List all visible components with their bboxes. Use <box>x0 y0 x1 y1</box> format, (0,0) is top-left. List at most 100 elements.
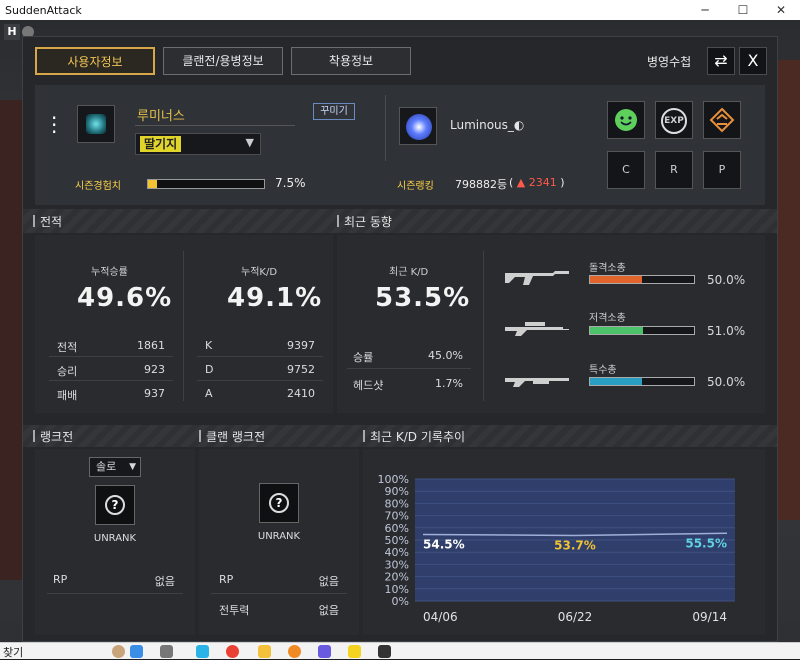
divider <box>49 380 173 381</box>
kda-row-label: K <box>205 339 213 352</box>
y-tick-label: 60% <box>385 522 409 535</box>
divider <box>347 368 471 369</box>
kda-row-value: 2410 <box>287 387 315 400</box>
y-tick-label: 80% <box>385 497 409 510</box>
gear-emblem-icon <box>406 114 432 140</box>
title-select-value: 딸기지 <box>140 136 182 152</box>
record-row-value: 1861 <box>137 339 165 352</box>
clan-rp-label: RP <box>219 573 234 586</box>
rank-badge-icon[interactable] <box>703 101 741 139</box>
close-panel-button[interactable]: X <box>739 47 767 75</box>
record-title: 전적 <box>40 215 63 229</box>
shotgun-icon <box>503 369 571 395</box>
user-avatar-icon[interactable] <box>112 645 125 658</box>
season-xp-label: 시즌경험치 <box>75 181 121 192</box>
edge-icon[interactable] <box>196 645 209 658</box>
more-options-icon[interactable]: · · · <box>51 108 57 142</box>
recent-kd-label: 최근 K/D <box>389 267 429 278</box>
clan-rank-status: UNRANK <box>257 531 301 542</box>
rank-rp-value: 없음 <box>154 575 175 588</box>
user-info-panel: 사용자정보 클랜전/용병정보 착용정보 병영수첩 ⇄ X · · · 루미너스 꾸미… <box>22 36 778 642</box>
app-icon[interactable] <box>318 645 331 658</box>
weapon-bar <box>589 275 695 284</box>
question-icon: ? <box>269 493 289 513</box>
recent-card: 최근 K/D 53.5% 승률 45.0% 헤드샷 1.7% 돌격소총 50.0% … <box>337 235 765 413</box>
kakaotalk-icon[interactable] <box>348 645 361 658</box>
decorate-button[interactable]: 꾸미기 <box>313 103 355 120</box>
taskbar-search-label[interactable]: 찾기 <box>3 644 23 660</box>
divider <box>483 251 484 401</box>
weapon-name: 저격소총 <box>589 313 626 324</box>
clan-rp-row: RP 없음 <box>219 573 339 588</box>
recent-row-label: 헤드샷 <box>353 379 384 392</box>
y-tick-label: 0% <box>392 595 409 608</box>
background-right-strip <box>778 60 800 520</box>
rank-card: 솔로 ▼ ? UNRANK RP 없음 <box>35 449 195 635</box>
tab-equipment[interactable]: 착용정보 <box>291 47 411 75</box>
window-titlebar: SuddenAttack ─ ☐ ✕ <box>0 0 800 20</box>
season-xp-value: 7.5% <box>275 176 306 190</box>
y-tick-label: 100% <box>378 473 409 486</box>
clan-power-value: 없음 <box>318 604 339 617</box>
rank-rp-label: RP <box>53 573 68 586</box>
clan-rank-card: ? UNRANK RP 없음 전투력 없음 <box>199 449 359 635</box>
tab-clan-mercenary[interactable]: 클랜전/용병정보 <box>163 47 283 75</box>
divider <box>385 95 386 161</box>
trend-heading: 최근 K/D 기록추이 <box>363 428 465 444</box>
winrate-label: 누적승률 <box>91 267 128 278</box>
folder-icon[interactable] <box>258 645 271 658</box>
record-row: 패배 937 <box>57 387 165 403</box>
exp-icon[interactable]: EXP <box>655 101 693 139</box>
kda-row-label: A <box>205 387 213 400</box>
y-tick-label: 70% <box>385 510 409 523</box>
smile-icon[interactable] <box>607 101 645 139</box>
clan-rp-value: 없음 <box>318 575 339 588</box>
divider <box>211 593 347 594</box>
barracks-notebook-label[interactable]: 병영수첩 <box>647 53 691 70</box>
weapon-name: 돌격소총 <box>589 263 626 274</box>
chevron-down-icon: ▼ <box>129 462 136 472</box>
y-tick-label: 30% <box>385 558 409 571</box>
app-icon[interactable] <box>288 645 301 658</box>
record-row-label: 승리 <box>57 365 78 378</box>
close-window-button[interactable]: ✕ <box>762 0 800 20</box>
kd-value: 49.1% <box>227 283 323 313</box>
window-controls: ─ ☐ ✕ <box>686 0 800 20</box>
weapon-value: 50.0% <box>707 375 746 389</box>
record-row: 전적 1861 <box>57 339 165 355</box>
season-rank-label: 시즌랭킹 <box>397 181 434 192</box>
record-heading: 전적 <box>33 213 62 229</box>
recent-row: 헤드샷 1.7% <box>353 377 463 393</box>
divider <box>49 356 173 357</box>
account-name: Luminous_◐ <box>450 118 525 132</box>
search-icon[interactable] <box>130 645 143 658</box>
avatar[interactable] <box>77 105 115 143</box>
tab-user-info[interactable]: 사용자정보 <box>35 47 155 75</box>
divider <box>135 125 295 126</box>
weapon-bar-fill <box>590 276 642 283</box>
chrome-icon[interactable] <box>226 645 239 658</box>
season-row: 시즌경험치 7.5% 시즌랭킹 798882등 ( ▲ 2341 ) <box>35 171 765 201</box>
swap-icon[interactable]: ⇄ <box>707 47 735 75</box>
maximize-button[interactable]: ☐ <box>724 0 762 20</box>
clan-rank-emblem: ? <box>259 483 299 523</box>
emblem-icon <box>86 114 106 134</box>
nickname: 루미너스 <box>137 109 185 124</box>
game-app-icon[interactable] <box>378 645 391 658</box>
x-tick-label: 09/14 <box>692 610 727 624</box>
recent-row-label: 승률 <box>353 351 374 364</box>
task-view-icon[interactable] <box>160 645 173 658</box>
clan-power-label: 전투력 <box>219 604 250 617</box>
section-header-stripe <box>23 209 777 233</box>
minimize-button[interactable]: ─ <box>686 0 724 20</box>
x-tick-label: 04/06 <box>423 610 458 624</box>
weapon-value: 51.0% <box>707 324 746 338</box>
kda-row: K 9397 <box>205 339 315 352</box>
title-select[interactable]: 딸기지 ▼ <box>135 133 261 155</box>
season-rank-change-value: ▲ 2341 <box>516 176 557 189</box>
kda-row: D 9752 <box>205 363 315 376</box>
trend-chart-card: 100% 90% 80% 70% 60% 50% 40% 30% 20% 10% 0% 54.5% 53… <box>363 449 765 635</box>
record-row-value: 923 <box>144 363 165 376</box>
rank-mode-select[interactable]: 솔로 ▼ <box>89 457 141 477</box>
divider <box>197 380 323 381</box>
